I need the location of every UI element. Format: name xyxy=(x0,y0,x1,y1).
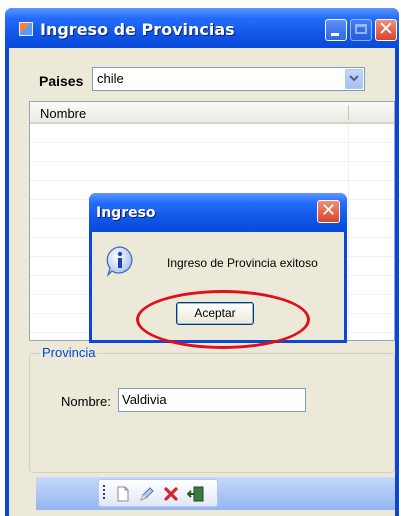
combo-dropdown-button[interactable] xyxy=(345,69,363,89)
dialog-title: Ingreso xyxy=(96,205,156,221)
provincia-groupbox: Provincia xyxy=(29,345,395,473)
delete-x-icon[interactable] xyxy=(162,485,180,503)
paises-selected-value: chile xyxy=(97,71,124,86)
grid-empty-row xyxy=(30,143,394,162)
toolbar xyxy=(36,477,395,510)
new-document-icon[interactable] xyxy=(114,485,132,503)
exit-door-icon[interactable] xyxy=(187,485,205,503)
app-icon xyxy=(19,22,33,36)
grid-header: Nombre xyxy=(30,102,394,124)
info-icon xyxy=(106,246,133,277)
close-icon: ✕ xyxy=(320,200,337,221)
maximize-button[interactable] xyxy=(350,19,372,41)
close-button[interactable]: ✕ xyxy=(375,18,397,41)
nombre-field[interactable]: Valdivia xyxy=(118,388,306,412)
grid-column-line xyxy=(348,124,349,340)
chevron-down-icon xyxy=(349,75,359,82)
column-separator xyxy=(348,105,349,120)
paises-combobox[interactable]: chile xyxy=(92,67,365,91)
grid-empty-row xyxy=(30,162,394,181)
nombre-field-value: Valdivia xyxy=(122,392,167,407)
grid-empty-row xyxy=(30,124,394,143)
edit-pencil-icon[interactable] xyxy=(138,485,156,503)
paises-label: Paises xyxy=(39,73,84,89)
toolbar-grip[interactable] xyxy=(103,485,105,501)
dialog-message: Ingreso de Provincia exitoso xyxy=(167,256,318,270)
window-title: Ingreso de Provincias xyxy=(40,20,235,39)
nombre-label: Nombre: xyxy=(61,394,111,409)
grid-column-header-nombre[interactable]: Nombre xyxy=(40,106,86,121)
message-dialog: Ingreso ✕ Ingreso de Provincia exitoso A… xyxy=(89,193,347,343)
minimize-icon xyxy=(331,33,339,36)
maximize-icon xyxy=(355,24,367,34)
provincia-groupbox-label: Provincia xyxy=(40,345,98,360)
dialog-body: Ingreso de Provincia exitoso Aceptar xyxy=(92,232,344,340)
close-icon: ✕ xyxy=(378,18,394,40)
dialog-close-button[interactable]: ✕ xyxy=(317,200,340,223)
dialog-title-bar[interactable]: Ingreso ✕ xyxy=(89,193,347,232)
minimize-button[interactable] xyxy=(325,19,347,41)
aceptar-button[interactable]: Aceptar xyxy=(176,302,254,325)
title-bar[interactable]: Ingreso de Provincias ✕ xyxy=(5,8,399,48)
toolbar-strip xyxy=(98,479,218,507)
